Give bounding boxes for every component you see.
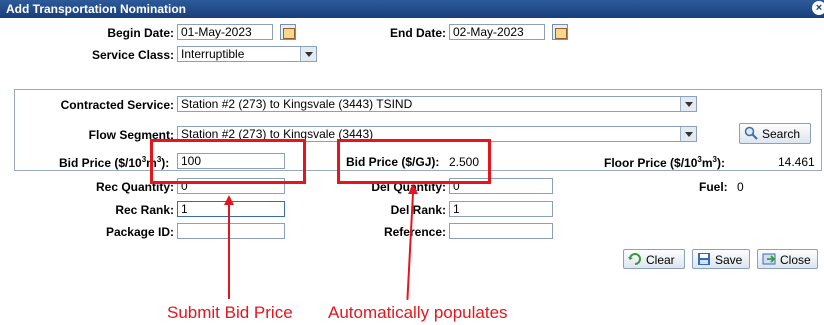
service-class-value: Interruptible (181, 47, 245, 61)
search-button[interactable]: Search (739, 123, 811, 144)
end-date-calendar-icon[interactable] (552, 24, 568, 40)
save-icon (698, 253, 710, 265)
del-rank-input[interactable]: 1 (449, 201, 553, 217)
begin-date-calendar-icon[interactable] (280, 24, 296, 40)
begin-date-input[interactable]: 01-May-2023 (177, 24, 273, 40)
service-class-label: Service Class: (91, 48, 174, 62)
chevron-down-icon[interactable] (680, 97, 696, 111)
contracted-service-value: Station #2 (273) to Kingsvale (3443) TSI… (181, 97, 413, 111)
end-date-label: End Date: (389, 26, 446, 40)
automatically-populates-annotation: Automatically populates (328, 303, 508, 322)
chevron-down-icon[interactable] (300, 47, 316, 61)
submit-arrow-line (228, 204, 230, 299)
close-dialog-icon (762, 253, 776, 265)
del-rank-label: Del Rank: (390, 203, 446, 217)
package-id-input[interactable] (177, 223, 285, 239)
window-titlebar: Add Transportation Nomination × (0, 0, 824, 18)
chevron-down-icon[interactable] (680, 127, 696, 141)
close-button-label: Close (780, 253, 811, 267)
clear-button-label: Clear (646, 253, 675, 267)
save-button-label: Save (715, 253, 743, 267)
begin-date-label: Begin Date: (107, 26, 174, 40)
clear-icon (628, 253, 641, 265)
submit-bid-price-annotation: Submit Bid Price (167, 303, 293, 322)
contracted-service-label: Contracted Service: (60, 98, 174, 112)
fuel-label: Fuel: (699, 180, 728, 194)
window-title: Add Transportation Nomination (6, 2, 186, 16)
reference-input[interactable] (449, 223, 553, 239)
service-class-select[interactable]: Interruptible (177, 46, 317, 62)
clear-button[interactable]: Clear (623, 249, 685, 269)
search-icon (744, 126, 758, 140)
floor-price-label: Floor Price ($/103m3): (604, 155, 725, 170)
end-date-input[interactable]: 02-May-2023 (449, 24, 545, 40)
bid-price-highlight-box (150, 139, 306, 184)
package-id-label: Package ID: (105, 225, 174, 239)
search-button-label: Search (762, 127, 801, 141)
reference-label: Reference: (383, 225, 446, 239)
window-close-icon[interactable]: × (812, 1, 824, 15)
close-button[interactable]: Close (757, 249, 818, 269)
auto-price-highlight-box (337, 139, 491, 184)
contracted-service-select[interactable]: Station #2 (273) to Kingsvale (3443) TSI… (177, 96, 697, 112)
fuel-value: 0 (737, 180, 744, 194)
save-button[interactable]: Save (692, 249, 750, 269)
rec-rank-label: Rec Rank: (115, 203, 174, 217)
floor-price-value: 14.461 (778, 155, 815, 169)
